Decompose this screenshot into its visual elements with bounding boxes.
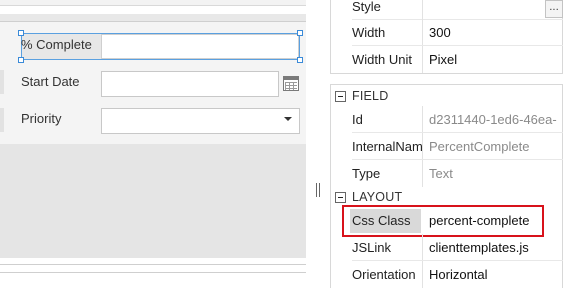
- property-value[interactable]: 300: [429, 25, 561, 40]
- property-name: Width Unit: [352, 52, 412, 67]
- property-value: PercentComplete: [429, 139, 530, 154]
- property-row-width[interactable]: Width 300: [330, 19, 563, 46]
- resize-handle-bottom-left[interactable]: [18, 57, 24, 63]
- style-ellipsis-button[interactable]: ...: [545, 0, 563, 18]
- property-value[interactable]: clienttemplates.js: [429, 240, 561, 255]
- priority-dropdown[interactable]: [101, 108, 300, 134]
- property-row-id[interactable]: Id d2311440-1ed6-46ea-: [330, 106, 563, 133]
- property-name: JSLink: [352, 240, 392, 255]
- property-name: Orientation: [352, 267, 416, 282]
- property-name: Type: [352, 166, 381, 181]
- property-row-type[interactable]: Type Text: [330, 160, 563, 187]
- property-row-width-unit[interactable]: Width Unit Pixel: [330, 46, 563, 73]
- property-row-jslink[interactable]: JSLink clienttemplates.js: [330, 234, 563, 261]
- canvas-header-bar: [0, 14, 306, 22]
- calendar-icon[interactable]: [283, 76, 299, 91]
- property-row-style[interactable]: Style: [330, 0, 563, 20]
- row-marker: [0, 70, 4, 94]
- start-date-input[interactable]: [101, 71, 279, 97]
- property-row-internal-name[interactable]: InternalNam PercentComplete: [330, 133, 563, 160]
- percent-complete-input[interactable]: [101, 34, 299, 59]
- form-designer-canvas: % Complete Start Date Priority: [0, 0, 310, 288]
- category-title: FIELD: [352, 89, 389, 103]
- property-value[interactable]: Pixel: [429, 52, 561, 67]
- percent-complete-label: % Complete: [21, 37, 92, 52]
- highlight-annotation: [342, 205, 544, 237]
- property-row-orientation[interactable]: Orientation Horizontal: [330, 261, 563, 288]
- divider: [0, 264, 306, 265]
- property-value[interactable]: Horizontal: [429, 267, 561, 282]
- property-grid: Style ... Width 300 Width Unit Pixel FIE…: [330, 0, 571, 288]
- row-marker: [0, 108, 4, 132]
- property-name: Style: [352, 0, 381, 14]
- property-name: Id: [352, 112, 363, 127]
- canvas-bottom-strip: [0, 258, 306, 288]
- collapse-icon[interactable]: [335, 91, 346, 102]
- collapse-icon[interactable]: [335, 192, 346, 203]
- start-date-label: Start Date: [21, 74, 80, 89]
- divider: [0, 272, 306, 273]
- category-field[interactable]: FIELD: [330, 88, 563, 106]
- property-name: Width: [352, 25, 386, 40]
- canvas-empty-area: [0, 144, 306, 258]
- resize-handle-bottom-right[interactable]: [297, 57, 303, 63]
- chevron-down-icon[interactable]: [284, 117, 292, 121]
- category-title: LAYOUT: [352, 190, 403, 204]
- resize-handle-top-right[interactable]: [297, 30, 303, 36]
- property-value: Text: [429, 166, 453, 181]
- property-name: InternalNam: [352, 139, 422, 154]
- panel-splitter[interactable]: [316, 183, 322, 197]
- resize-handle-top-left[interactable]: [18, 30, 24, 36]
- property-value: d2311440-1ed6-46ea-: [429, 112, 557, 127]
- priority-label: Priority: [21, 111, 62, 126]
- canvas-top-strip: [0, 0, 306, 6]
